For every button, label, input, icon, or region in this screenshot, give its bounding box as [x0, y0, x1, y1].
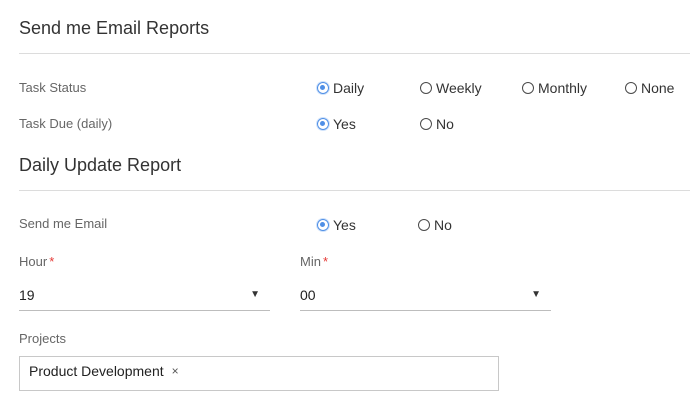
radio-label: Yes	[333, 217, 356, 233]
radio-task-status-none[interactable]: None	[625, 80, 674, 96]
task-due-label: Task Due (daily)	[19, 116, 113, 131]
radio-label: Daily	[333, 80, 365, 96]
radio-task-due-yes[interactable]: Yes	[317, 116, 356, 132]
radio-unchecked-icon	[420, 118, 432, 130]
project-chip-label: Product Development	[29, 363, 164, 379]
radio-task-status-weekly[interactable]: Weekly	[420, 80, 482, 96]
radio-checked-icon	[317, 219, 329, 231]
divider	[19, 53, 690, 54]
radio-label: None	[641, 80, 675, 96]
section-title-daily-update: Daily Update Report	[19, 155, 182, 175]
divider	[19, 190, 690, 191]
radio-checked-icon	[317, 118, 329, 130]
project-chip: Product Development ×	[29, 363, 179, 379]
radio-task-status-monthly[interactable]: Monthly	[522, 80, 587, 96]
radio-label: Weekly	[436, 80, 482, 96]
radio-unchecked-icon	[625, 82, 637, 94]
email-settings-page: Send me Email Reports Task Status Daily …	[0, 0, 690, 414]
hour-label-text: Hour	[19, 254, 48, 269]
send-email-label: Send me Email	[19, 216, 108, 231]
dropdown-arrow-icon: ▼	[531, 289, 541, 300]
required-mark: *	[322, 254, 329, 269]
required-mark: *	[49, 254, 55, 269]
radio-label: No	[434, 217, 452, 233]
hour-label: Hour *	[19, 254, 54, 269]
radio-task-status-daily[interactable]: Daily	[317, 80, 364, 96]
radio-send-email-no[interactable]: No	[418, 217, 452, 233]
dropdown-arrow-icon: ▼	[250, 289, 260, 300]
min-select-value: 00	[300, 287, 316, 303]
min-label: Min *	[300, 254, 328, 269]
radio-unchecked-icon	[522, 82, 534, 94]
task-status-label: Task Status	[19, 80, 87, 95]
min-select[interactable]: 00 ▼	[300, 283, 551, 311]
close-icon[interactable]: ×	[172, 364, 179, 378]
hour-select-value: 19	[19, 287, 35, 303]
radio-send-email-yes[interactable]: Yes	[317, 217, 356, 233]
hour-select[interactable]: 19 ▼	[19, 283, 270, 311]
radio-label: Yes	[333, 116, 356, 132]
section-title-email-reports: Send me Email Reports	[19, 18, 210, 38]
projects-label: Projects	[19, 331, 66, 346]
radio-task-due-no[interactable]: No	[420, 116, 454, 132]
radio-unchecked-icon	[420, 82, 432, 94]
radio-label: No	[436, 116, 454, 132]
radio-checked-icon	[317, 82, 329, 94]
radio-unchecked-icon	[418, 219, 430, 231]
projects-multiselect[interactable]: Product Development ×	[19, 356, 499, 391]
min-label-text: Min	[300, 254, 321, 269]
radio-label: Monthly	[538, 80, 588, 96]
